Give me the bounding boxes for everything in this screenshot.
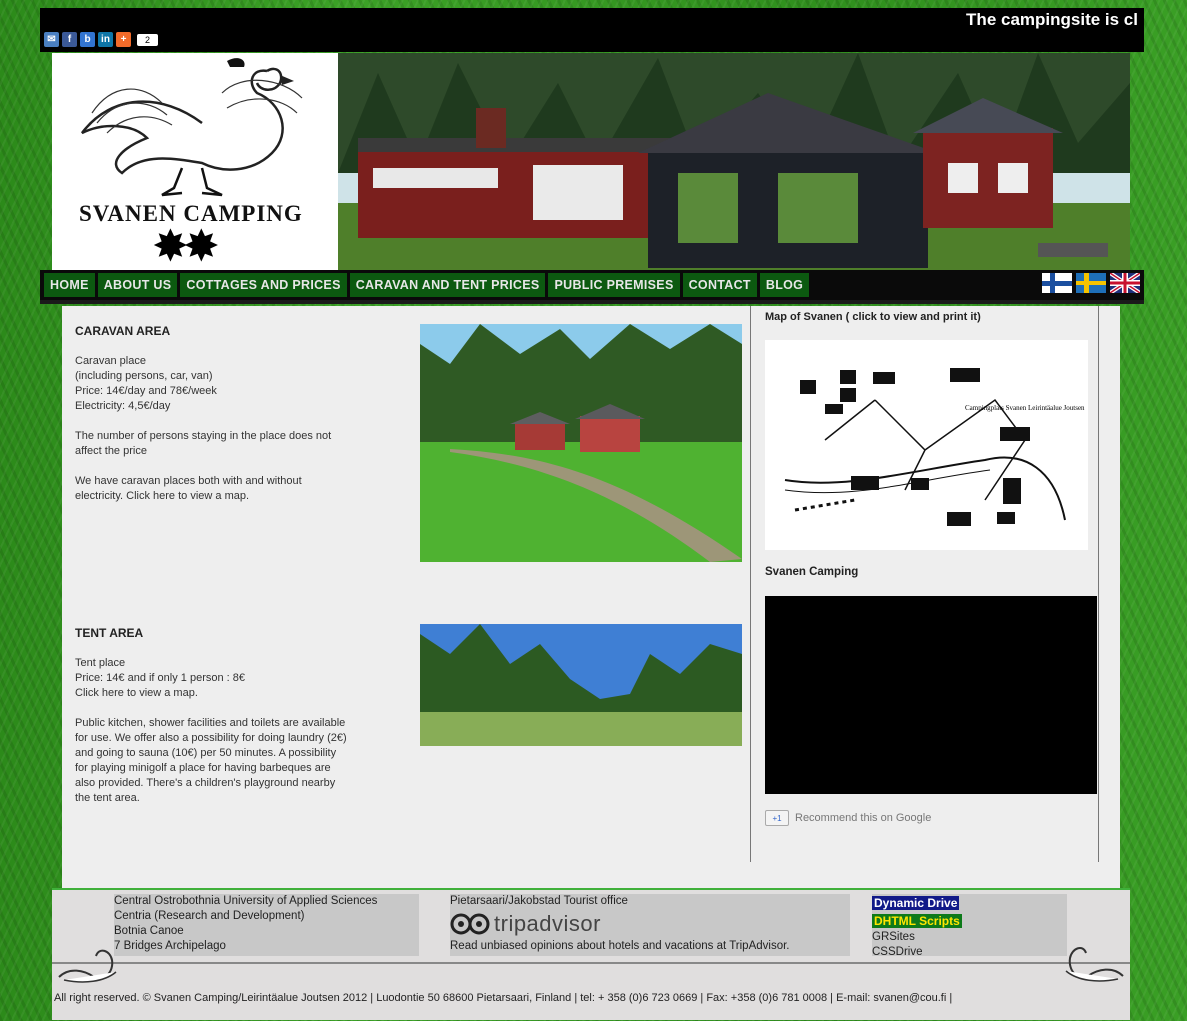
google-recommend[interactable]: +1 Recommend this on Google [765, 810, 931, 826]
nav-item-contact[interactable]: CONTACT [682, 273, 757, 297]
share-count: 2 [137, 33, 159, 46]
tent-details: Tent place Price: 14€ and if only 1 pers… [75, 656, 347, 806]
tent-line: Public kitchen, shower facilities and to… [75, 717, 346, 729]
swan-right-icon [1065, 947, 1124, 982]
header: SVANEN CAMPING ✸✸ [52, 53, 1130, 270]
nav-items: HOME ABOUT US COTTAGES AND PRICES CARAVAN A… [44, 273, 810, 297]
caravan-line: Electricity: 4,5€/day [75, 400, 171, 412]
nav-item-caravan-and-tent-prices[interactable]: CARAVAN AND TENT PRICES [349, 273, 546, 297]
dynamic-drive-link[interactable]: Dynamic Drive [872, 896, 960, 910]
swan-left-icon [58, 949, 117, 983]
column-divider [1098, 306, 1099, 862]
tripadvisor-owl-icon [450, 913, 490, 935]
finnish-flag-icon[interactable] [1042, 273, 1072, 293]
swan-logo-icon [81, 58, 303, 197]
footer-link[interactable]: Centria (Research and Development) [114, 909, 419, 924]
copyright-text: All right reserved. © Svanen Camping/Lei… [54, 992, 953, 1004]
main-nav: HOME ABOUT US COTTAGES AND PRICES CARAVAN A… [40, 270, 1144, 304]
caravan-map-link[interactable]: electricity. Click here to view a map. [75, 489, 331, 504]
tent-line: and going to sauna (10€) per 50 minutes.… [75, 747, 337, 759]
delicious-icon[interactable]: b [80, 32, 95, 47]
main-content: CARAVAN AREA Caravan place (including pe… [62, 306, 1120, 888]
rating-stars-icon: ✸✸ [152, 222, 220, 271]
banner-photo [338, 53, 1130, 270]
email-icon[interactable]: ✉ [44, 32, 59, 47]
tripadvisor-wordmark: tripadvisor [494, 911, 601, 936]
footer-link[interactable]: 7 Bridges Archipelago [114, 939, 419, 954]
footer: Central Ostrobothnia University of Appli… [52, 888, 1130, 1020]
video-title: Svanen Camping [765, 566, 859, 578]
site-map-drawing: Campingplats Svanen Leirintäalue Joutsen [765, 340, 1088, 550]
nav-item-cottages-and-prices[interactable]: COTTAGES AND PRICES [180, 273, 347, 297]
map-label: Campingplats Svanen Leirintäalue Joutsen [965, 404, 1085, 412]
tripadvisor-caption: Read unbiased opinions about hotels and … [450, 940, 790, 952]
video-player[interactable] [765, 596, 1097, 794]
google-plus-one-icon[interactable]: +1 [765, 810, 789, 826]
caravan-line: We have caravan places both with and wit… [75, 475, 302, 487]
caravan-line: Caravan place [75, 355, 146, 367]
grsites-link[interactable]: GRSites [872, 930, 1067, 945]
site-map[interactable]: Campingplats Svanen Leirintäalue Joutsen [765, 340, 1088, 550]
caravan-title: CARAVAN AREA [75, 324, 171, 338]
google-plus-icon[interactable]: + [116, 32, 131, 47]
share-bar: ✉ f b in + 2 [44, 32, 159, 47]
cssdrive-link[interactable]: CSSDrive [872, 945, 1067, 960]
tent-map-link[interactable]: Click here to view a map. [75, 686, 347, 701]
google-recommend-label: Recommend this on Google [795, 812, 932, 824]
tent-line: Tent place [75, 657, 126, 669]
tent-line: also provided. There's a children's play… [75, 777, 336, 789]
tripadvisor-box: Pietarsaari/Jakobstad Tourist office tri… [450, 894, 850, 956]
logo[interactable]: SVANEN CAMPING ✸✸ [52, 53, 337, 270]
tent-line: the tent area. [75, 792, 140, 804]
tent-title: TENT AREA [75, 626, 144, 640]
language-flags [1042, 273, 1140, 293]
facebook-icon[interactable]: f [62, 32, 77, 47]
caravan-line: The number of persons staying in the pla… [75, 430, 332, 442]
caravan-line: Price: 14€/day and 78€/week [75, 385, 217, 397]
tent-line: Price: 14€ and if only 1 person : 8€ [75, 672, 245, 684]
footer-divider [52, 962, 1130, 964]
top-bar: The campingsite is cl ✉ f b in + 2 [40, 8, 1144, 52]
linkedin-icon[interactable]: in [98, 32, 113, 47]
tripadvisor-logo[interactable]: tripadvisor [450, 911, 850, 937]
caravan-area-photo [420, 324, 742, 562]
nav-item-home[interactable]: HOME [44, 273, 95, 297]
column-divider [750, 306, 751, 862]
caravan-details: Caravan place (including persons, car, v… [75, 354, 331, 504]
ticker-text: The campingsite is cl [966, 10, 1138, 29]
caravan-line: (including persons, car, van) [75, 370, 213, 382]
partner-links: Central Ostrobothnia University of Appli… [114, 894, 419, 956]
tent-line: for use. We offer also a possibility for… [75, 732, 347, 744]
tourist-office-link[interactable]: Pietarsaari/Jakobstad Tourist office [450, 894, 850, 909]
caravan-line: affect the price [75, 445, 147, 457]
footer-link[interactable]: Central Ostrobothnia University of Appli… [114, 894, 419, 909]
script-links: Dynamic Drive DHTML Scripts GRSites CSSD… [872, 894, 1067, 958]
nav-item-public-premises[interactable]: PUBLIC PREMISES [548, 273, 680, 297]
tent-area-photo [420, 624, 742, 746]
map-title: Map of Svanen ( click to view and print … [765, 311, 981, 323]
nav-item-about-us[interactable]: ABOUT US [97, 273, 178, 297]
tent-line: for playing minigolf a place for having … [75, 762, 331, 774]
footer-link[interactable]: Botnia Canoe [114, 924, 419, 939]
uk-flag-icon[interactable] [1110, 273, 1140, 293]
nav-item-blog[interactable]: BLOG [759, 273, 810, 297]
dhtml-scripts-link[interactable]: DHTML Scripts [872, 914, 962, 928]
swedish-flag-icon[interactable] [1076, 273, 1106, 293]
